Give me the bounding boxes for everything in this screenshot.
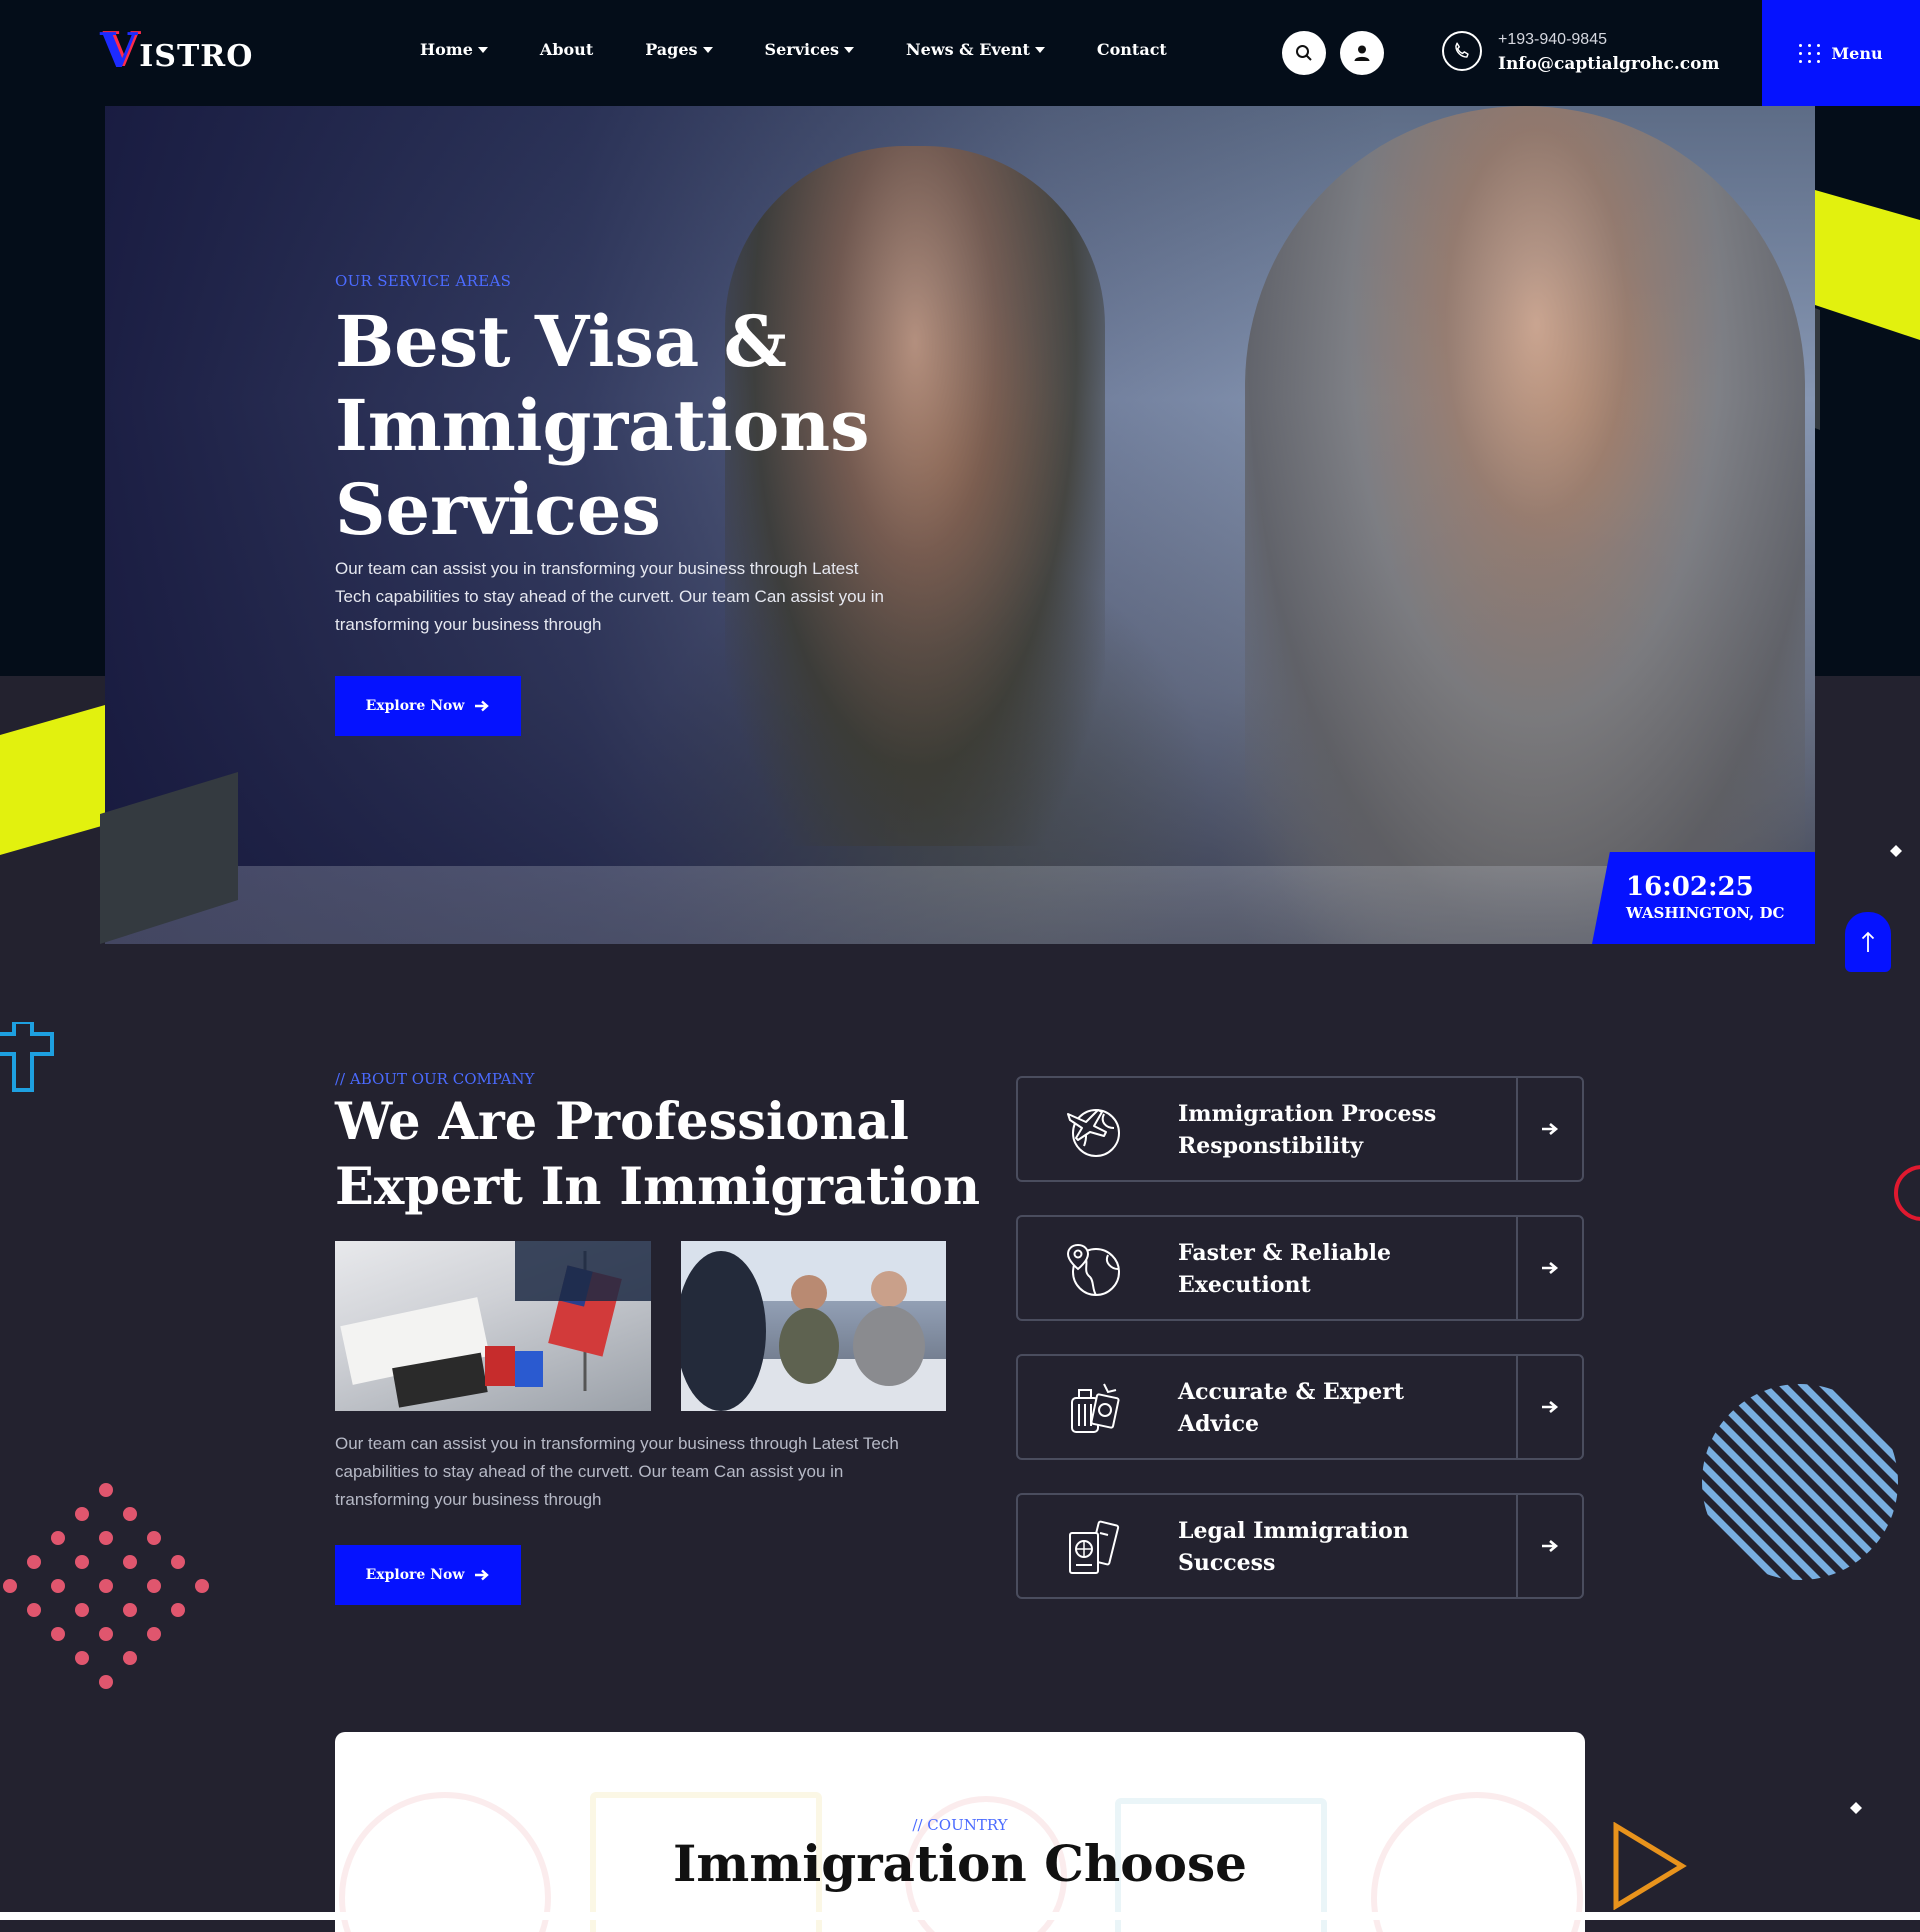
button-label: Explore Now xyxy=(365,1567,465,1583)
plus-outline-icon xyxy=(0,1022,54,1092)
hero-title-line: Immigrations xyxy=(335,384,870,467)
feature-title-line: Responstibility xyxy=(1178,1133,1364,1159)
user-button[interactable] xyxy=(1340,31,1384,75)
clock-time: 16:02:25 xyxy=(1626,872,1754,902)
country-eyebrow: // COUNTRY xyxy=(912,1816,1008,1834)
pink-dots-pattern xyxy=(3,1483,209,1689)
nav-pages[interactable]: Pages xyxy=(645,40,713,59)
caret-down-icon xyxy=(702,46,713,53)
hero-table xyxy=(105,866,1815,944)
site-header: V ISTRO Home About Pages Services News &… xyxy=(0,0,1920,106)
hero-description: Our team can assist you in transforming … xyxy=(335,559,885,634)
arrow-right-icon xyxy=(475,700,490,712)
nav-label: Pages xyxy=(645,40,698,59)
arrow-right-icon xyxy=(1542,1540,1559,1552)
contact-phone[interactable]: +193-940-9845 xyxy=(1498,31,1607,49)
menu-button[interactable]: Menu xyxy=(1762,0,1920,106)
caret-down-icon xyxy=(477,46,488,53)
luggage-passport-icon xyxy=(1071,1383,1120,1433)
hero-title: Best Visa & Immigrations Services xyxy=(335,300,955,552)
user-icon xyxy=(1354,45,1370,61)
nav-services[interactable]: Services xyxy=(764,40,855,59)
nav-contact[interactable]: Contact xyxy=(1097,40,1167,59)
about-eyebrow: // ABOUT OUR COMPANY xyxy=(335,1070,535,1088)
logo-mark: V xyxy=(100,23,138,79)
nav-about[interactable]: About xyxy=(540,40,593,59)
about-description: Our team can assist you in transforming … xyxy=(335,1434,899,1509)
menu-label: Menu xyxy=(1831,43,1883,63)
feature-card[interactable]: Immigration Process Responstibility xyxy=(1016,1076,1584,1182)
globe-pin-icon xyxy=(1066,1243,1120,1296)
feature-title-line: Faster & Reliable xyxy=(1178,1240,1391,1266)
logo[interactable]: V ISTRO xyxy=(100,23,254,79)
button-label: Explore Now xyxy=(365,698,465,714)
search-icon xyxy=(1296,45,1312,61)
phone-icon xyxy=(1442,31,1482,71)
gray-stripe-left xyxy=(100,772,238,944)
feature-title: Faster & Reliable Executiont xyxy=(1178,1237,1391,1301)
nav-label: News & Event xyxy=(906,40,1030,59)
arrow-right-icon xyxy=(1542,1123,1559,1135)
yellow-stripe-left xyxy=(0,705,105,855)
feature-arrow-button[interactable] xyxy=(1516,1495,1582,1597)
about-title-line: We Are Professional xyxy=(335,1092,909,1152)
hero-eyebrow: OUR SERVICE AREAS xyxy=(335,272,512,290)
about-title: We Are Professional Expert In Immigratio… xyxy=(335,1090,981,1220)
arrow-right-icon xyxy=(1542,1401,1559,1413)
clock-city: WASHINGTON, DC xyxy=(1626,904,1785,922)
nav-label: Home xyxy=(420,40,473,59)
main-nav: Home About Pages Services News & Event C… xyxy=(420,40,1219,59)
country-title: Immigration Choose xyxy=(673,1834,1247,1893)
about-title-line: Expert In Immigration xyxy=(335,1157,981,1217)
about-explore-button[interactable]: Explore Now xyxy=(335,1545,521,1605)
feature-card[interactable]: Legal Immigration Success xyxy=(1016,1493,1584,1599)
grid-dots-icon xyxy=(1799,43,1821,63)
hero-title-line: Best Visa & xyxy=(335,300,787,383)
feature-title-line: Advice xyxy=(1178,1411,1259,1437)
sparkle-icon xyxy=(1850,1802,1862,1814)
feature-card[interactable]: Accurate & Expert Advice xyxy=(1016,1354,1584,1460)
feature-title: Legal Immigration Success xyxy=(1178,1515,1409,1579)
passport-ticket-icon xyxy=(1069,1520,1120,1574)
feature-title-line: Accurate & Expert xyxy=(1178,1379,1405,1405)
hero-title-line: Services xyxy=(335,468,661,551)
logo-text: ISTRO xyxy=(139,39,254,74)
search-button[interactable] xyxy=(1282,31,1326,75)
contact-email[interactable]: Info@captialgrohc.com xyxy=(1498,54,1720,74)
arrow-up-icon xyxy=(1861,931,1875,952)
nav-news-event[interactable]: News & Event xyxy=(906,40,1045,59)
feature-arrow-button[interactable] xyxy=(1516,1217,1582,1319)
yellow-stripe-right xyxy=(1815,190,1920,340)
striped-circle-shape xyxy=(1702,1384,1898,1580)
bottom-strip xyxy=(0,1912,1920,1920)
globe-plane-icon xyxy=(1067,1109,1120,1157)
red-ring-shape xyxy=(1894,1165,1920,1221)
feature-arrow-button[interactable] xyxy=(1516,1078,1582,1180)
hero-person-man xyxy=(1245,106,1805,944)
nav-label: About xyxy=(539,40,594,59)
scroll-top-button[interactable] xyxy=(1845,912,1891,972)
about-image-meeting xyxy=(681,1241,946,1411)
feature-title-line: Immigration Process xyxy=(1178,1101,1437,1127)
play-triangle-shape xyxy=(1613,1822,1687,1910)
feature-title-line: Legal Immigration xyxy=(1178,1518,1409,1544)
caret-down-icon xyxy=(844,46,855,53)
nav-home[interactable]: Home xyxy=(420,40,488,59)
feature-title-line: Success xyxy=(1178,1550,1276,1576)
feature-title: Accurate & Expert Advice xyxy=(1178,1376,1404,1440)
nav-label: Services xyxy=(764,40,840,59)
about-image-flag xyxy=(335,1241,651,1411)
caret-down-icon xyxy=(1034,46,1045,53)
feature-title: Immigration Process Responstibility xyxy=(1178,1098,1436,1162)
arrow-right-icon xyxy=(475,1569,490,1581)
feature-arrow-button[interactable] xyxy=(1516,1356,1582,1458)
country-section: // COUNTRY Immigration Choose xyxy=(335,1732,1585,1932)
hero-explore-button[interactable]: Explore Now xyxy=(335,676,521,736)
arrow-right-icon xyxy=(1542,1262,1559,1274)
feature-card[interactable]: Faster & Reliable Executiont xyxy=(1016,1215,1584,1321)
nav-label: Contact xyxy=(1096,40,1167,59)
feature-title-line: Executiont xyxy=(1178,1272,1311,1298)
sparkle-icon xyxy=(1890,845,1902,857)
